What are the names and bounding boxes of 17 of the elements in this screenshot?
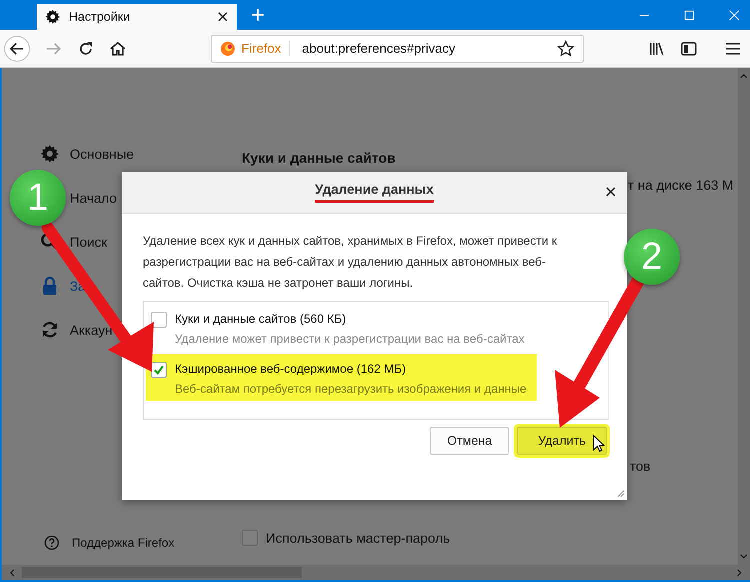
page-text: тов (630, 459, 651, 474)
url-text: about:preferences#privacy (301, 41, 456, 56)
page-text: т на диске 163 М (628, 178, 734, 193)
sidebar-label: Поиск (70, 234, 108, 250)
tab-title: Настройки (69, 10, 132, 24)
checkbox-label: Использовать мастер-пароль (266, 530, 450, 546)
sidebar-label: Начало (70, 190, 118, 206)
dialog-message: Удаление всех кук и данных сайтов, хранимых в Firefox, может привести к разрегистрации вас на веб-сайтах и удалению данных автономных веб-сайтов. Очистка кэша не затронет ваши логины. (143, 233, 558, 292)
section-heading: Куки и данные сайтов (242, 150, 397, 166)
option-description: Удаление может привести к разрегистрации вас на веб-сайтах (175, 332, 525, 346)
dialog-title: Удаление данных (315, 182, 434, 203)
option-label: Куки и данные сайтов (560 КБ) (175, 312, 348, 326)
sidebar-label: Основные (70, 146, 134, 162)
option-description: Веб-сайтам потребуется перезагрузить изображения и данные (175, 382, 527, 396)
identity-label: Firefox (242, 41, 290, 56)
sidebar-label: Аккаун (70, 322, 113, 338)
option-label: Кэшированное веб-содержимое (162 МБ) (175, 362, 408, 376)
